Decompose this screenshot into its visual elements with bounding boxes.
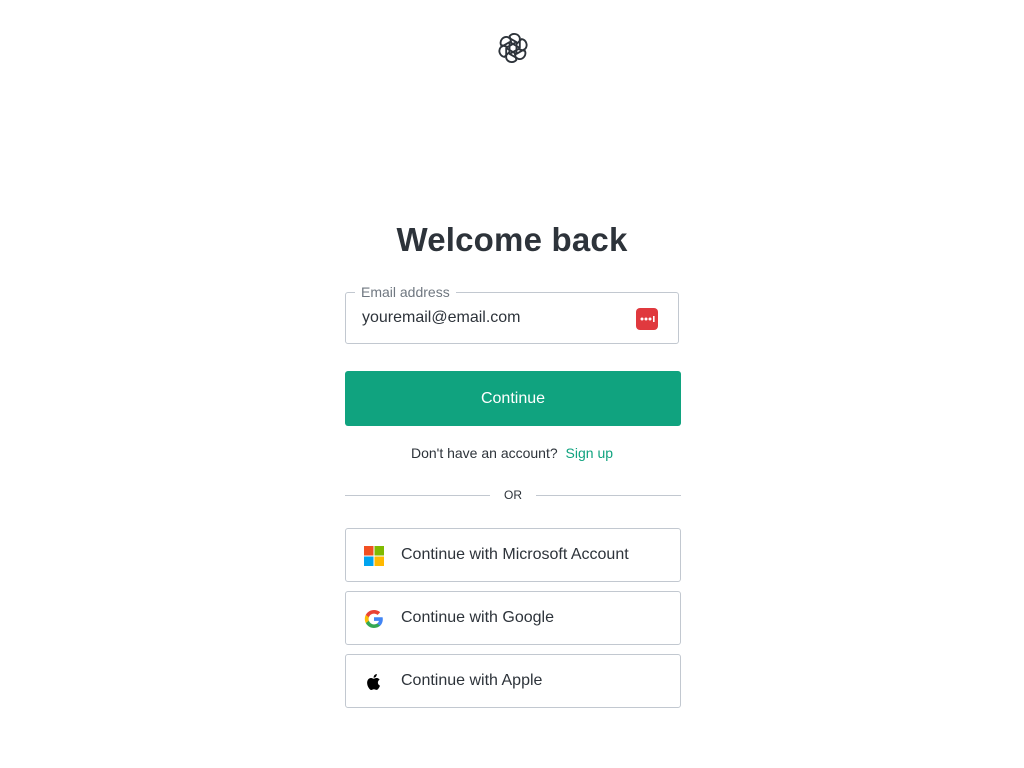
page-title: Welcome back — [396, 221, 628, 258]
divider-line-right — [536, 495, 681, 496]
apple-icon — [367, 674, 380, 690]
signup-row: Don't have an account? Sign up — [0, 444, 1024, 462]
continue-with-google-button[interactable]: Continue with Google — [345, 591, 681, 645]
continue-with-apple-button[interactable]: Continue with Apple — [345, 654, 681, 708]
microsoft-icon — [364, 546, 384, 566]
signup-link[interactable]: Sign up — [566, 445, 613, 461]
google-icon — [364, 610, 383, 628]
divider-line-left — [345, 495, 490, 496]
signup-prompt: Don't have an account? — [410, 445, 558, 461]
google-button-label: Continue with Google — [401, 609, 554, 626]
continue-with-microsoft-button[interactable]: Continue with Microsoft Account — [345, 528, 681, 582]
email-input[interactable] — [362, 307, 622, 329]
openai-logo-icon — [498, 32, 528, 64]
divider-or: OR — [504, 488, 522, 502]
apple-button-label: Continue with Apple — [401, 672, 543, 689]
microsoft-button-label: Continue with Microsoft Account — [401, 546, 629, 563]
password-manager-icon[interactable] — [636, 308, 658, 330]
email-field[interactable]: Email address — [345, 283, 679, 344]
login-page: Welcome back Email address Continue Don'… — [0, 0, 1024, 768]
email-label: Email address — [355, 283, 456, 301]
continue-button[interactable]: Continue — [345, 371, 681, 426]
